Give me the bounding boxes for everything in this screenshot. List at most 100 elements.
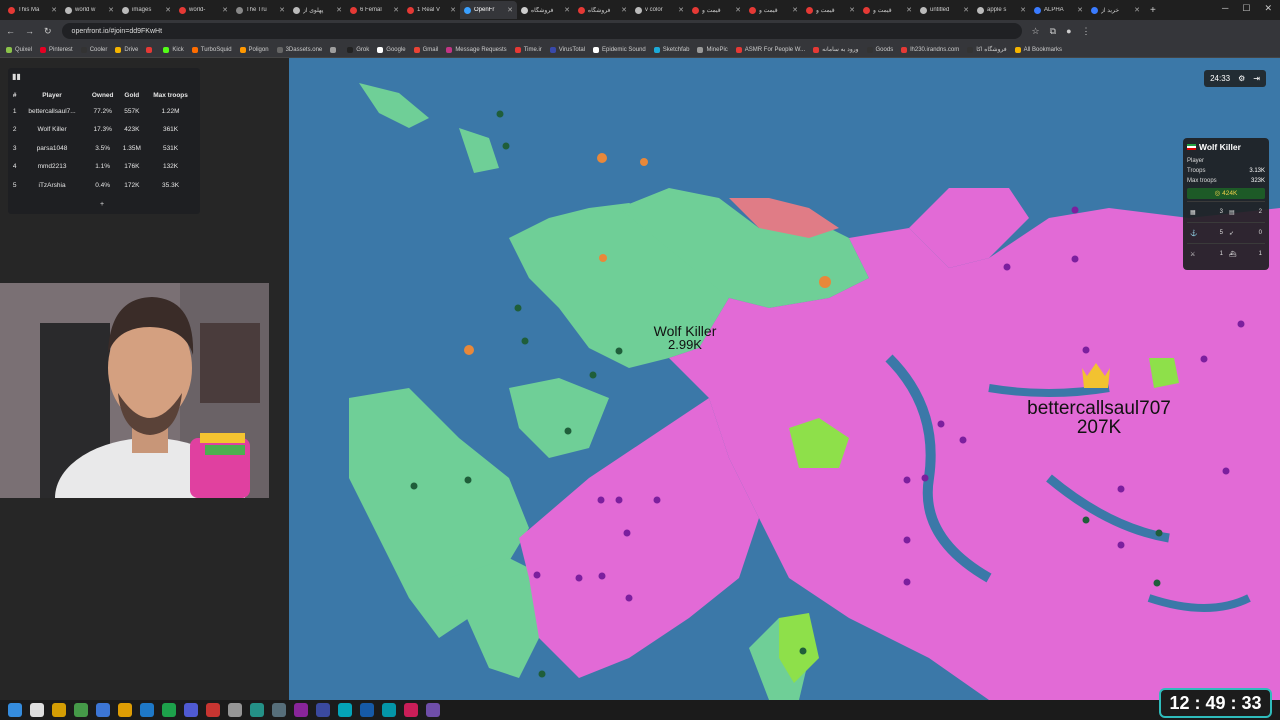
browser-tab[interactable]: v color ✕ <box>631 1 688 19</box>
bookmark-item[interactable]: Time.ir <box>514 46 542 53</box>
game-map[interactable]: Wolf Killer 2.99K bettercallsaul707 207K… <box>289 58 1280 700</box>
tab-close-icon[interactable]: ✕ <box>51 6 57 14</box>
browser-tab[interactable]: قیمت و ✕ <box>688 1 745 19</box>
bookmark-item[interactable]: Pinterest <box>40 46 73 53</box>
app-icon[interactable] <box>360 703 374 717</box>
bookmark-star-icon[interactable]: ☆ <box>1032 26 1040 37</box>
settings-gear-icon[interactable]: ⚙ <box>1238 74 1245 83</box>
bookmark-item[interactable] <box>146 46 155 53</box>
telegram-icon[interactable] <box>140 703 154 717</box>
tab-close-icon[interactable]: ✕ <box>1020 6 1026 14</box>
bookmark-item[interactable]: Poligon <box>239 46 269 53</box>
leaderboard-row[interactable]: 4 mmd2213 1.1% 176K 132K <box>12 158 196 177</box>
bookmark-item[interactable]: Kick <box>163 46 184 53</box>
bookmark-item[interactable]: Drive <box>115 46 138 53</box>
spotify-icon[interactable] <box>162 703 176 717</box>
tab-close-icon[interactable]: ✕ <box>735 6 741 14</box>
browser-tab[interactable]: قیمت و ✕ <box>745 1 802 19</box>
bookmark-item[interactable]: All Bookmarks <box>1014 46 1062 53</box>
browser-tab[interactable]: فروشگاه ✕ <box>517 1 574 19</box>
app-icon[interactable] <box>250 703 264 717</box>
browser-tab[interactable]: apple s ✕ <box>973 1 1030 19</box>
bookmark-item[interactable]: فروشگاه اکا <box>967 46 1007 53</box>
new-tab-button[interactable]: + <box>1150 5 1156 16</box>
tab-close-icon[interactable]: ✕ <box>906 6 912 14</box>
bookmark-item[interactable]: Epidemic Sound <box>593 46 646 53</box>
discord-icon[interactable] <box>184 703 198 717</box>
tab-close-icon[interactable]: ✕ <box>564 6 570 14</box>
bookmark-item[interactable]: ASMR For People W... <box>735 46 805 53</box>
bookmark-item[interactable]: VirusTotal <box>549 46 585 53</box>
app-icon[interactable] <box>96 703 110 717</box>
bookmark-item[interactable]: Cooler <box>80 46 107 53</box>
tab-close-icon[interactable]: ✕ <box>849 6 855 14</box>
app-icon[interactable] <box>316 703 330 717</box>
extensions-icon[interactable]: ⧉ <box>1050 26 1056 37</box>
browser-tab[interactable]: world- ✕ <box>175 1 232 19</box>
map-terrain[interactable] <box>289 58 1280 700</box>
leaderboard-expand-button[interactable]: + <box>100 201 104 208</box>
file-explorer-icon[interactable] <box>52 703 66 717</box>
bookmark-item[interactable]: ورود به سامانه <box>813 46 859 53</box>
browser-tab[interactable]: قیمت و ✕ <box>859 1 916 19</box>
tab-close-icon[interactable]: ✕ <box>507 6 513 14</box>
bookmark-item[interactable]: lh230.irandns.com <box>901 46 959 53</box>
tab-close-icon[interactable]: ✕ <box>393 6 399 14</box>
search-icon[interactable] <box>30 703 44 717</box>
bookmark-item[interactable]: TurboSquid <box>191 46 232 53</box>
bookmark-item[interactable]: Gmail <box>413 46 438 53</box>
bookmark-item[interactable]: Quixel <box>6 46 32 53</box>
bettercallsaul-label[interactable]: bettercallsaul707 207K <box>999 399 1199 437</box>
app-icon[interactable] <box>206 703 220 717</box>
leaderboard-row[interactable]: 3 parsa1048 3.5% 1.35M 531K <box>12 139 196 158</box>
tab-close-icon[interactable]: ✕ <box>165 6 171 14</box>
bookmark-item[interactable] <box>330 46 339 53</box>
browser-tab[interactable]: قیمت و ✕ <box>802 1 859 19</box>
leaderboard-row[interactable]: 1 bettercallsaul7... 77.2% 557K 1.22M <box>12 102 196 121</box>
leaderboard-header[interactable]: Owned <box>87 88 119 102</box>
browser-tab[interactable]: images ✕ <box>118 1 175 19</box>
window-controls[interactable]: ─ ☐ ✕ <box>1222 3 1272 14</box>
tab-close-icon[interactable]: ✕ <box>621 6 627 14</box>
app-icon[interactable] <box>382 703 396 717</box>
bookmark-item[interactable]: MinePic <box>697 46 728 53</box>
app-icon[interactable] <box>272 703 286 717</box>
bookmark-item[interactable]: Sketchfab <box>653 46 689 53</box>
maximize-icon[interactable]: ☐ <box>1242 3 1250 14</box>
browser-tab[interactable]: world w ✕ <box>61 1 118 19</box>
bookmark-item[interactable]: Google <box>377 46 406 53</box>
app-icon[interactable] <box>228 703 242 717</box>
browser-tab[interactable]: 6 Femal ✕ <box>346 1 403 19</box>
forward-icon[interactable]: → <box>25 26 34 36</box>
url-field[interactable]: openfront.io/#join=dd9FKwHt <box>61 23 1022 39</box>
tab-close-icon[interactable]: ✕ <box>678 6 684 14</box>
app-icon[interactable] <box>426 703 440 717</box>
tab-close-icon[interactable]: ✕ <box>1134 6 1140 14</box>
wolf-killer-label[interactable]: Wolf Killer 2.99K <box>630 324 740 351</box>
menu-icon[interactable]: ⋮ <box>1082 26 1091 37</box>
reload-icon[interactable]: ↻ <box>44 26 52 37</box>
leaderboard-row[interactable]: 5 iTzArshia 0.4% 172K 35.3K <box>12 176 196 195</box>
browser-tab[interactable]: خرید از ✕ <box>1087 1 1144 19</box>
bookmark-item[interactable]: Goods <box>866 46 893 53</box>
leaderboard-row[interactable]: 2 Wolf Killer 17.3% 423K 361K <box>12 121 196 140</box>
tab-close-icon[interactable]: ✕ <box>792 6 798 14</box>
browser-tab[interactable]: ALPHA ✕ <box>1030 1 1087 19</box>
browser-tab[interactable]: 1 Real V ✕ <box>403 1 460 19</box>
tab-close-icon[interactable]: ✕ <box>108 6 114 14</box>
minimize-icon[interactable]: ─ <box>1222 3 1228 14</box>
browser-tab[interactable]: OpenFr ✕ <box>460 1 517 19</box>
app-icon[interactable] <box>294 703 308 717</box>
tab-close-icon[interactable]: ✕ <box>279 6 285 14</box>
browser-tab[interactable]: The Tru ✕ <box>232 1 289 19</box>
app-icon[interactable] <box>338 703 352 717</box>
exit-icon[interactable]: ⇥ <box>1253 74 1260 83</box>
browser-tab[interactable]: untitled ✕ <box>916 1 973 19</box>
chrome-icon[interactable] <box>74 703 88 717</box>
app-icon[interactable] <box>118 703 132 717</box>
bookmark-item[interactable]: 3Dassets.one <box>276 46 322 53</box>
profile-icon[interactable]: ● <box>1066 26 1071 36</box>
bookmark-item[interactable]: Grok <box>347 46 369 53</box>
browser-tab[interactable]: فروشگاه ✕ <box>574 1 631 19</box>
tab-close-icon[interactable]: ✕ <box>1077 6 1083 14</box>
